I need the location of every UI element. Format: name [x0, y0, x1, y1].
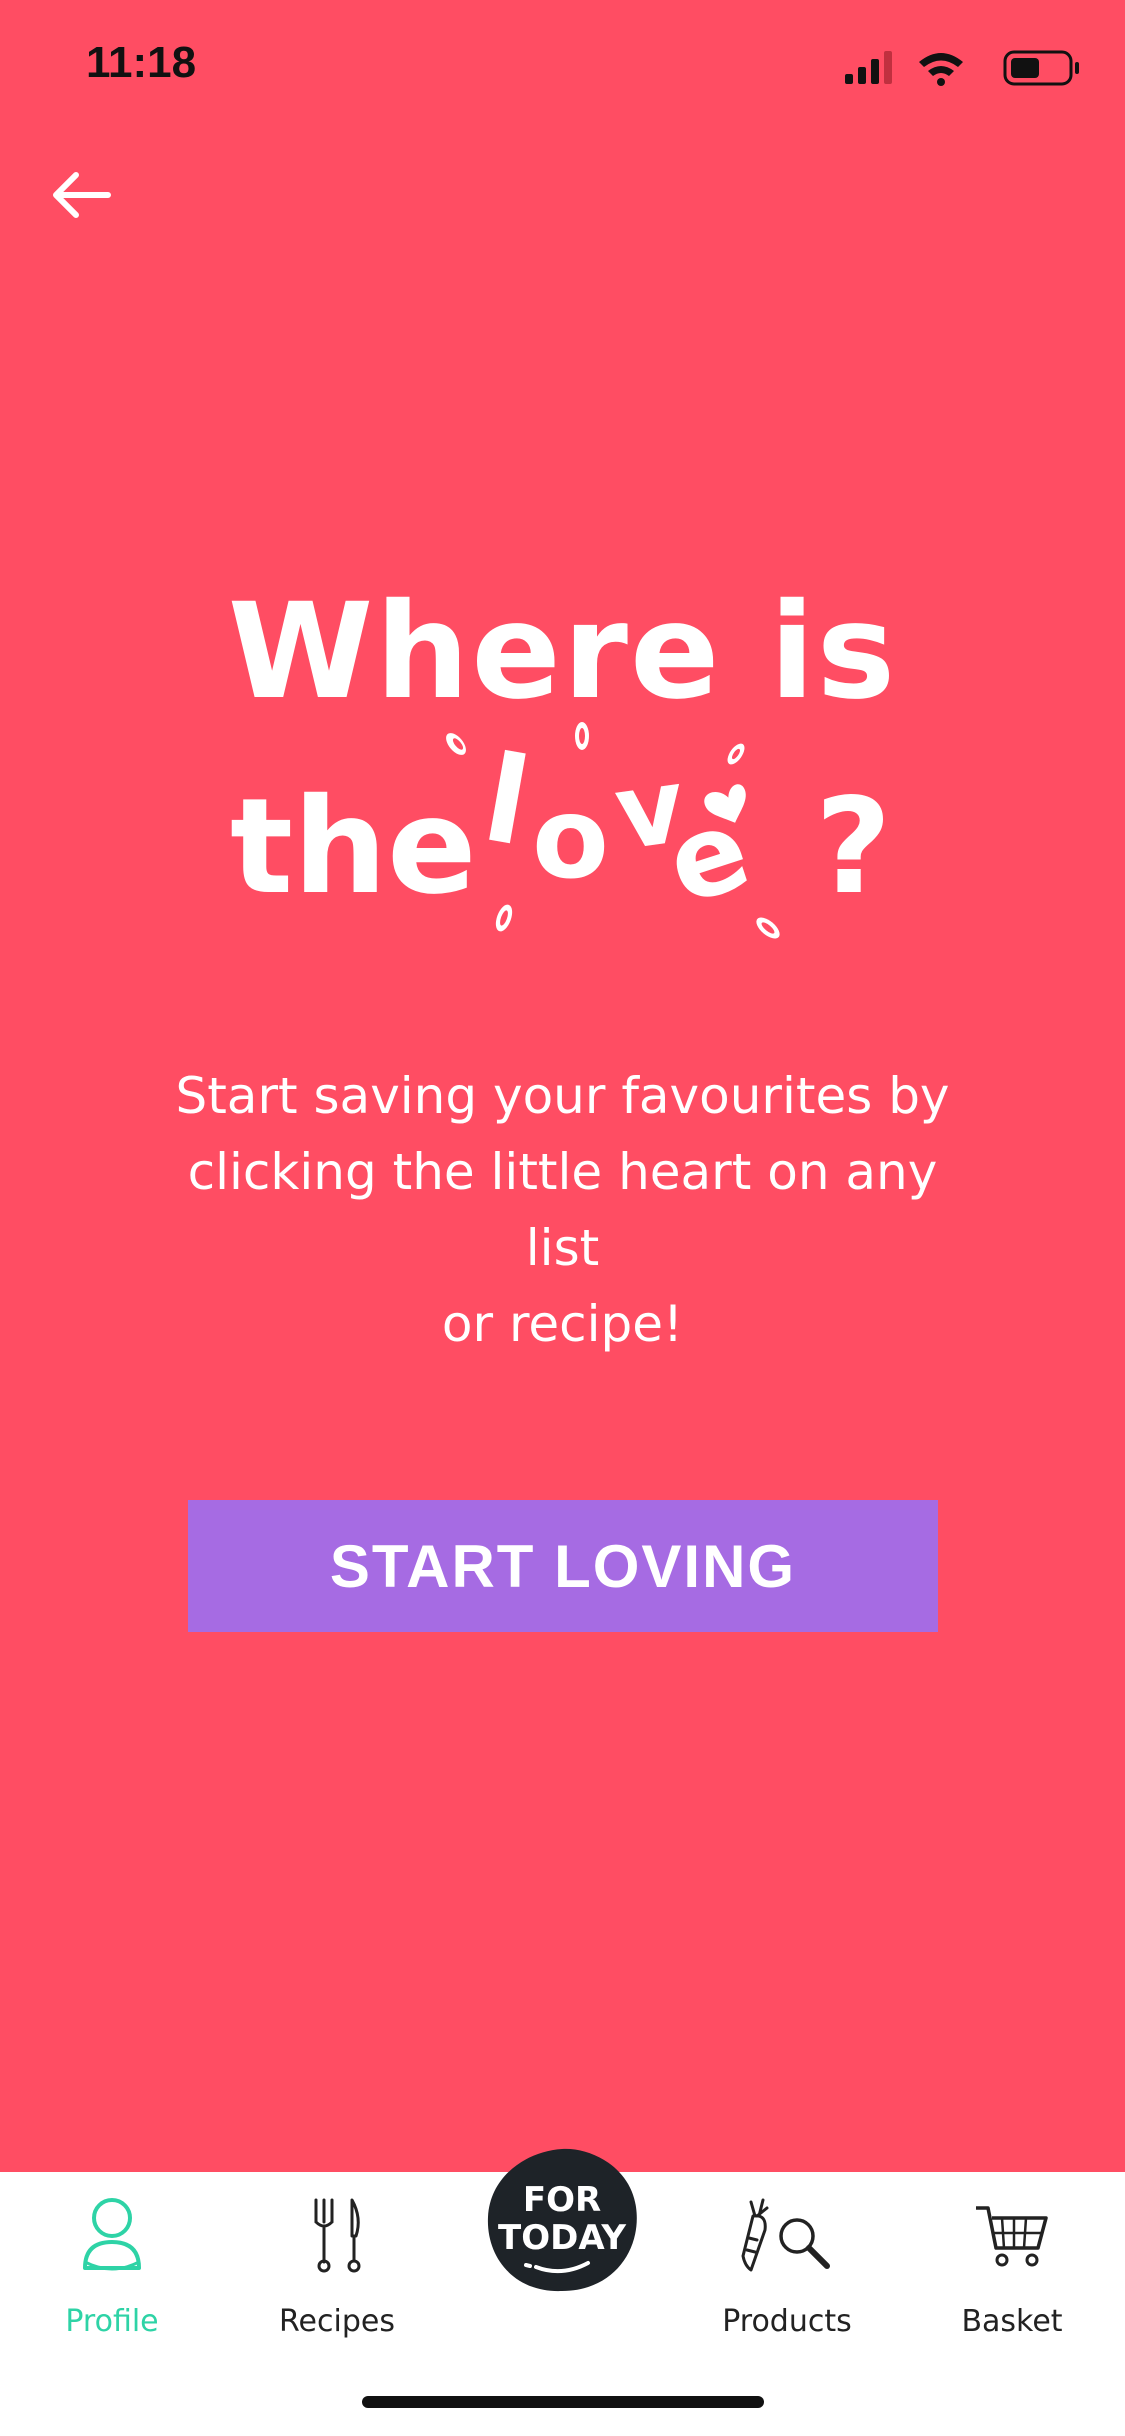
headline-line1: Where is [227, 575, 898, 729]
heart-icon [704, 784, 746, 823]
tab-recipes[interactable]: Recipes [237, 2196, 437, 2339]
signal-icon [845, 51, 892, 84]
description-line2: clicking the little heart on any list [187, 1143, 938, 1277]
for-today-label: FOR TODAY [484, 2181, 640, 2257]
tab-profile-label: Profile [65, 2304, 159, 2339]
person-icon [83, 2198, 141, 2271]
home-indicator [362, 2396, 764, 2408]
tab-recipes-label: Recipes [279, 2304, 395, 2339]
start-loving-button[interactable]: START LOVING [188, 1500, 938, 1632]
tab-products-label: Products [722, 2304, 852, 2339]
love-sparkles [446, 722, 780, 939]
tab-products[interactable]: Products [687, 2196, 887, 2339]
back-button[interactable] [46, 160, 126, 230]
for-today-line2: TODAY [498, 2218, 626, 2258]
status-time: 11:18 [86, 38, 197, 87]
battery-icon [1003, 50, 1079, 86]
arrow-left-icon [53, 172, 111, 218]
for-today-button[interactable]: FOR TODAY [484, 2145, 640, 2295]
cart-icon [976, 2206, 1048, 2267]
love-word: l o v e [440, 720, 800, 960]
description-line1: Start saving your favourites by [175, 1067, 950, 1125]
description-line3: or recipe! [441, 1295, 684, 1353]
status-icons [845, 48, 1085, 88]
headline-question-mark: ? [815, 770, 892, 924]
wifi-icon [919, 53, 963, 86]
description: Start saving your favourites by clicking… [150, 1058, 975, 1362]
carrot-search-icon [741, 2198, 830, 2272]
tab-basket[interactable]: Basket [912, 2196, 1112, 2339]
fork-knife-icon [314, 2198, 361, 2273]
tab-basket-label: Basket [961, 2304, 1063, 2339]
tab-profile[interactable]: Profile [12, 2196, 212, 2339]
favourites-empty-screen: 11:18 Where is the l o v e ? Start savin… [0, 0, 1125, 2436]
for-today-line1: FOR [522, 2180, 602, 2220]
